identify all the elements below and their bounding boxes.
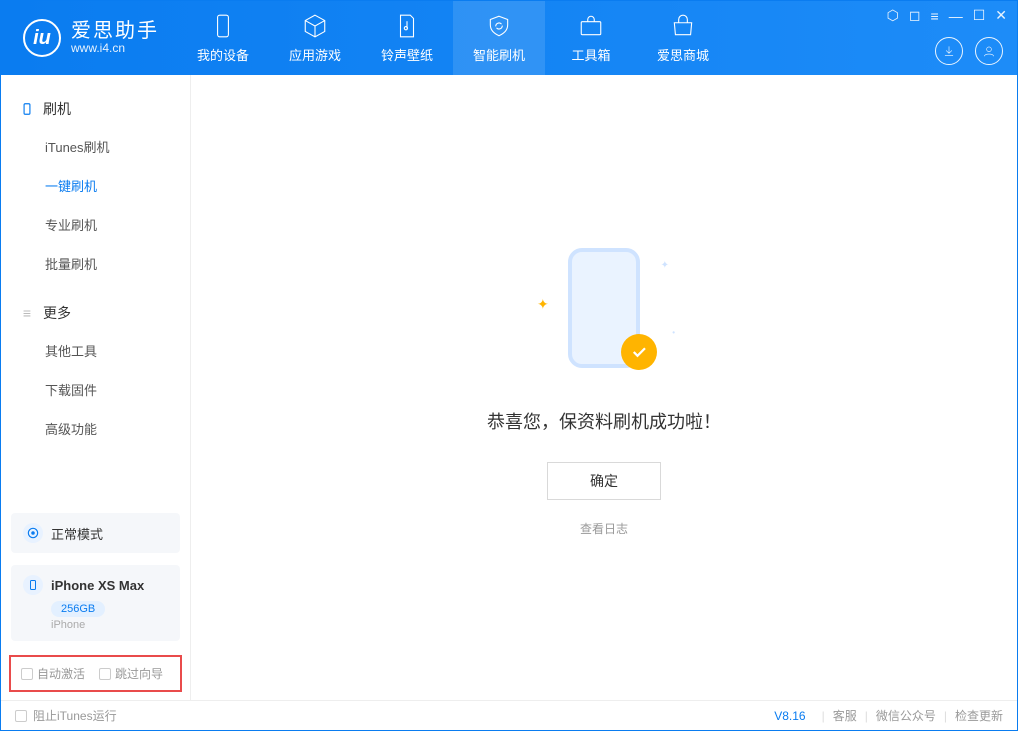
status-label: 正常模式 bbox=[51, 524, 103, 543]
separator: | bbox=[822, 709, 825, 723]
checkbox-block-itunes[interactable]: 阻止iTunes运行 bbox=[15, 707, 117, 724]
status-icon bbox=[23, 523, 43, 543]
checkbox-icon bbox=[99, 668, 111, 680]
checkbox-auto-activate[interactable]: 自动激活 bbox=[21, 665, 85, 682]
nav-label: 智能刷机 bbox=[473, 45, 525, 64]
feedback-icon[interactable]: ◻ bbox=[909, 7, 921, 24]
sidebar-item-download-firmware[interactable]: 下载固件 bbox=[1, 370, 190, 409]
device-name: iPhone XS Max bbox=[51, 578, 144, 593]
sidebar: 刷机 iTunes刷机 一键刷机 专业刷机 批量刷机 ≡ 更多 其他工具 下载固… bbox=[1, 75, 191, 700]
sidebar-section-more: ≡ 更多 bbox=[1, 295, 190, 331]
device-type: iPhone bbox=[51, 619, 168, 631]
phone-icon bbox=[210, 13, 236, 39]
success-illustration: ✦ ✦ • bbox=[529, 238, 679, 388]
shirt-icon[interactable]: ⬡ bbox=[887, 7, 899, 24]
app-name: 爱思助手 bbox=[71, 20, 159, 42]
status-card[interactable]: 正常模式 bbox=[11, 513, 180, 553]
checkbox-icon bbox=[21, 668, 33, 680]
sidebar-item-advanced[interactable]: 高级功能 bbox=[1, 409, 190, 448]
checkbox-icon bbox=[15, 710, 27, 722]
nav-label: 爱思商城 bbox=[657, 45, 709, 64]
version-label: V8.16 bbox=[774, 709, 805, 723]
music-file-icon bbox=[394, 13, 420, 39]
body: 刷机 iTunes刷机 一键刷机 专业刷机 批量刷机 ≡ 更多 其他工具 下载固… bbox=[1, 75, 1017, 700]
separator: | bbox=[944, 709, 947, 723]
nav-label: 工具箱 bbox=[571, 45, 610, 64]
logo-icon: iu bbox=[23, 19, 61, 57]
cube-icon bbox=[302, 13, 328, 39]
nav-smart-flash[interactable]: 智能刷机 bbox=[453, 1, 545, 75]
device-icon bbox=[19, 101, 35, 117]
view-log-link[interactable]: 查看日志 bbox=[580, 520, 628, 537]
nav-toolbox[interactable]: 工具箱 bbox=[545, 1, 637, 75]
sidebar-section-flash: 刷机 bbox=[1, 91, 190, 127]
menu-icon[interactable]: ≡ bbox=[931, 8, 939, 24]
sparkle-icon: ✦ bbox=[537, 296, 549, 313]
list-icon: ≡ bbox=[19, 305, 35, 321]
checkmark-badge-icon bbox=[621, 334, 657, 370]
separator: | bbox=[865, 709, 868, 723]
header-actions bbox=[935, 37, 1003, 65]
app-url: www.i4.cn bbox=[71, 42, 159, 55]
device-phone-icon bbox=[23, 575, 43, 595]
app-window: iu 爱思助手 www.i4.cn 我的设备 应用游戏 铃声壁纸 智能刷机 bbox=[0, 0, 1018, 731]
nav-label: 铃声壁纸 bbox=[381, 45, 433, 64]
check-update-link[interactable]: 检查更新 bbox=[955, 707, 1003, 724]
nav-store[interactable]: 爱思商城 bbox=[637, 1, 729, 75]
maximize-button[interactable]: ☐ bbox=[973, 7, 986, 24]
device-storage-badge: 256GB bbox=[51, 601, 105, 617]
support-link[interactable]: 客服 bbox=[833, 707, 857, 724]
window-controls-top: ⬡ ◻ ≡ — ☐ ✕ bbox=[887, 7, 1007, 24]
sidebar-item-itunes-flash[interactable]: iTunes刷机 bbox=[1, 127, 190, 166]
options-highlight-box: 自动激活 跳过向导 bbox=[9, 655, 182, 692]
footer: 阻止iTunes运行 V8.16 | 客服 | 微信公众号 | 检查更新 bbox=[1, 700, 1017, 730]
store-icon bbox=[670, 13, 696, 39]
main-panel: ✦ ✦ • 恭喜您，保资料刷机成功啦！ 确定 查看日志 bbox=[191, 75, 1017, 700]
footer-right: V8.16 | 客服 | 微信公众号 | 检查更新 bbox=[774, 707, 1003, 724]
section-title: 刷机 bbox=[43, 99, 71, 119]
section-title: 更多 bbox=[43, 303, 71, 323]
toolbox-icon bbox=[578, 13, 604, 39]
checkbox-label: 跳过向导 bbox=[115, 665, 163, 682]
close-button[interactable]: ✕ bbox=[995, 7, 1007, 24]
nav-ringtone-wallpaper[interactable]: 铃声壁纸 bbox=[361, 1, 453, 75]
sidebar-item-pro-flash[interactable]: 专业刷机 bbox=[1, 205, 190, 244]
sparkle-icon: • bbox=[672, 328, 675, 337]
download-button[interactable] bbox=[935, 37, 963, 65]
device-card[interactable]: iPhone XS Max 256GB iPhone bbox=[11, 565, 180, 641]
user-button[interactable] bbox=[975, 37, 1003, 65]
refresh-shield-icon bbox=[486, 13, 512, 39]
titlebar: iu 爱思助手 www.i4.cn 我的设备 应用游戏 铃声壁纸 智能刷机 bbox=[1, 1, 1017, 75]
nav-label: 应用游戏 bbox=[289, 45, 341, 64]
sidebar-item-other-tools[interactable]: 其他工具 bbox=[1, 331, 190, 370]
nav-my-device[interactable]: 我的设备 bbox=[177, 1, 269, 75]
minimize-button[interactable]: — bbox=[949, 8, 963, 24]
app-logo: iu 爱思助手 www.i4.cn bbox=[1, 19, 177, 57]
sidebar-item-one-click-flash[interactable]: 一键刷机 bbox=[1, 166, 190, 205]
nav-apps-games[interactable]: 应用游戏 bbox=[269, 1, 361, 75]
success-message: 恭喜您，保资料刷机成功啦！ bbox=[487, 408, 721, 434]
sidebar-item-batch-flash[interactable]: 批量刷机 bbox=[1, 244, 190, 283]
nav-label: 我的设备 bbox=[197, 45, 249, 64]
checkbox-label: 阻止iTunes运行 bbox=[33, 707, 117, 724]
top-nav: 我的设备 应用游戏 铃声壁纸 智能刷机 工具箱 爱思商城 bbox=[177, 1, 729, 75]
sparkle-icon: ✦ bbox=[661, 260, 669, 271]
checkbox-skip-guide[interactable]: 跳过向导 bbox=[99, 665, 163, 682]
wechat-link[interactable]: 微信公众号 bbox=[876, 707, 936, 724]
checkbox-label: 自动激活 bbox=[37, 665, 85, 682]
ok-button[interactable]: 确定 bbox=[547, 462, 661, 500]
